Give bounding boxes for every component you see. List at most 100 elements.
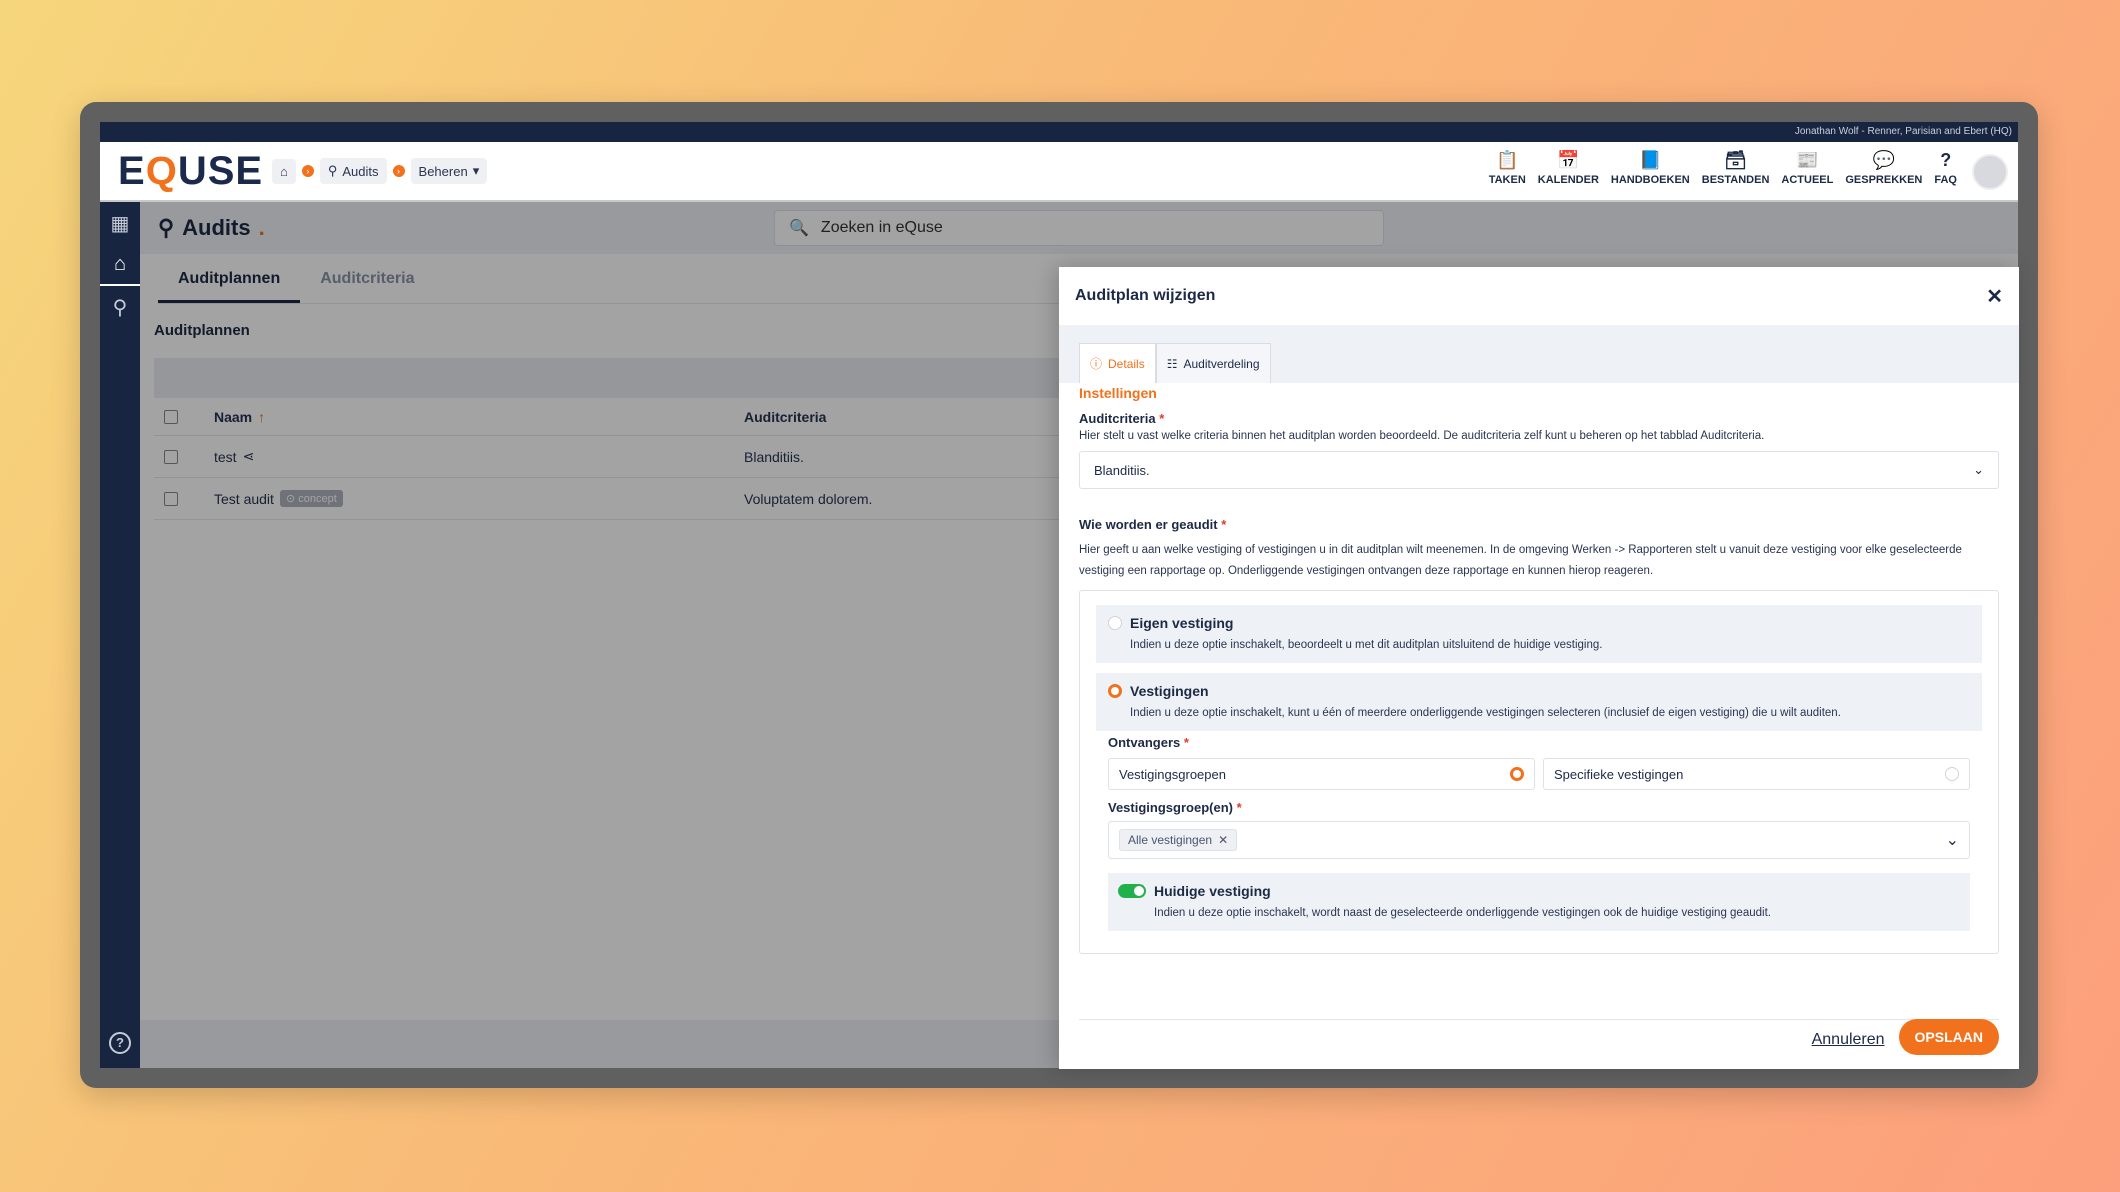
nav-gesprekken[interactable]: 💬 GESPREKKEN bbox=[1839, 149, 1928, 187]
auditcriteria-select[interactable]: Blanditiis. ⌄ bbox=[1079, 451, 1999, 489]
nav-kalender[interactable]: 📅 KALENDER bbox=[1532, 149, 1605, 187]
chevron-right-icon: › bbox=[301, 165, 314, 177]
logo-q: Q bbox=[145, 148, 178, 193]
nav-label: FAQ bbox=[1934, 174, 1957, 186]
ontvangers-choice: Vestigingsgroepen Specifieke vestigingen bbox=[1108, 758, 1970, 790]
wie-label: Wie worden er geaudit * bbox=[1079, 517, 1999, 532]
chevron-down-icon: ⌄ bbox=[1973, 462, 1984, 477]
auditcriteria-label: Auditcriteria * bbox=[1079, 411, 1999, 426]
nav-label: ACTUEEL bbox=[1781, 174, 1834, 186]
groepen-label: Vestigingsgroep(en) * bbox=[1108, 800, 1970, 815]
modal-footer: Annuleren OPSLAAN bbox=[1079, 1019, 1999, 1055]
breadcrumb-audits-label: Audits bbox=[342, 163, 379, 179]
top-bar: EQUSE ⌂ › ⚲ Audits › Beheren ▾ 📋 TAKEN 📅 KAL… bbox=[100, 142, 2018, 202]
ontvangers-vestigingsgroepen[interactable]: Vestigingsgroepen bbox=[1108, 758, 1535, 790]
stamp-icon[interactable]: ⚲ bbox=[100, 286, 140, 328]
user-bar: Jonathan Wolf - Renner, Parisian and Ebe… bbox=[100, 122, 2018, 142]
cancel-button[interactable]: Annuleren bbox=[1812, 1031, 1885, 1049]
breadcrumb-home[interactable]: ⌂ bbox=[272, 158, 296, 184]
eigen-vestiging-radio[interactable] bbox=[1108, 616, 1122, 630]
chevron-down-icon: ▾ bbox=[472, 163, 480, 178]
specifieke-radio[interactable] bbox=[1945, 767, 1959, 781]
nav-bestanden[interactable]: 🗃 BESTANDEN bbox=[1696, 149, 1776, 187]
required-mark: * bbox=[1236, 800, 1242, 815]
wie-label-text: Wie worden er geaudit bbox=[1079, 517, 1218, 532]
edit-auditplan-modal: Auditplan wijzigen ✕ ⓘ Details ☷ Auditverd… bbox=[1059, 267, 2019, 1069]
logo-part: E bbox=[118, 148, 146, 193]
option-title: Eigen vestiging bbox=[1130, 615, 1234, 631]
info-icon: ⓘ bbox=[1090, 357, 1103, 371]
help-icon[interactable]: ? bbox=[109, 1032, 131, 1054]
option-vestigingen[interactable]: Vestigingen Indien u deze optie inschake… bbox=[1096, 673, 1982, 731]
save-button[interactable]: OPSLAAN bbox=[1898, 1019, 1999, 1055]
tab-auditverdeling-label: Auditverdeling bbox=[1183, 356, 1260, 371]
ontvangers-label-text: Ontvangers bbox=[1108, 735, 1181, 750]
auditcriteria-value: Blanditiis. bbox=[1094, 462, 1150, 478]
auditcriteria-label-text: Auditcriteria bbox=[1079, 411, 1156, 426]
selected-chip: Alle vestigingen ✕ bbox=[1119, 829, 1238, 851]
required-mark: * bbox=[1221, 517, 1227, 532]
nav-label: GESPREKKEN bbox=[1845, 174, 1923, 186]
top-nav: 📋 TAKEN 📅 KALENDER 📘 HANDBOEKEN 🗃 BESTANDEN … bbox=[1483, 149, 1963, 187]
modal-tabs: ⓘ Details ☷ Auditverdeling bbox=[1059, 325, 2019, 383]
clipboard-icon: 📋 bbox=[1496, 149, 1519, 170]
question-icon: ? bbox=[1940, 149, 1952, 170]
groepen-label-text: Vestigingsgroep(en) bbox=[1108, 800, 1233, 815]
option-desc: Indien u deze optie inschakelt, beoordee… bbox=[1130, 639, 1603, 651]
breadcrumb-beheren[interactable]: Beheren ▾ bbox=[410, 158, 488, 184]
section-instellingen: Instellingen bbox=[1079, 385, 1157, 401]
logo-part: USE bbox=[177, 148, 264, 193]
tab-auditverdeling[interactable]: ☷ Auditverdeling bbox=[1155, 343, 1271, 383]
option-desc: Indien u deze optie inschakelt, kunt u é… bbox=[1130, 707, 1841, 719]
chip-label: Alle vestigingen bbox=[1128, 833, 1213, 847]
nav-label: KALENDER bbox=[1537, 174, 1599, 186]
ontvangers-label: Ontvangers * bbox=[1108, 735, 1970, 750]
home-icon[interactable]: ⌂ bbox=[100, 244, 140, 286]
apps-grid-icon[interactable]: ▦ bbox=[100, 202, 140, 244]
breadcrumb: ⌂ › ⚲ Audits › Beheren ▾ bbox=[272, 158, 488, 184]
nav-handboeken[interactable]: 📘 HANDBOEKEN bbox=[1605, 149, 1696, 187]
book-icon: 📘 bbox=[1639, 149, 1662, 170]
nav-label: HANDBOEKEN bbox=[1610, 174, 1690, 186]
option-eigen-vestiging[interactable]: Eigen vestiging Indien u deze optie insc… bbox=[1096, 605, 1982, 663]
chat-icon: 💬 bbox=[1872, 149, 1896, 170]
nav-faq[interactable]: ? FAQ bbox=[1928, 149, 1963, 187]
huidige-vestiging-toggle[interactable] bbox=[1118, 884, 1146, 898]
vestigingsgroepen-select[interactable]: Alle vestigingen ✕ ⌄ bbox=[1108, 821, 1970, 859]
archive-icon: 🗃 bbox=[1724, 149, 1747, 170]
sidebar: ▦ ⌂ ⚲ ? bbox=[100, 202, 140, 1068]
nav-actueel[interactable]: 📰 ACTUEEL bbox=[1775, 149, 1839, 187]
huidige-title: Huidige vestiging bbox=[1154, 883, 1271, 899]
vestigingsgroepen-radio[interactable] bbox=[1510, 767, 1524, 781]
ontvangers-specifieke[interactable]: Specifieke vestigingen bbox=[1543, 758, 1970, 790]
breadcrumb-beheren-label: Beheren bbox=[418, 163, 468, 179]
nav-taken[interactable]: 📋 TAKEN bbox=[1483, 149, 1532, 187]
remove-icon[interactable]: ✕ bbox=[1218, 833, 1228, 847]
wie-options-box: Eigen vestiging Indien u deze optie insc… bbox=[1079, 590, 1999, 954]
vestigingen-settings: Ontvangers * Vestigingsgroepen Specifiek… bbox=[1096, 735, 1982, 931]
breadcrumb-audits[interactable]: ⚲ Audits bbox=[319, 158, 387, 184]
huidige-vestiging-option: Huidige vestiging Indien u deze optie in… bbox=[1108, 873, 1970, 931]
calendar-icon: 📅 bbox=[1557, 149, 1580, 170]
home-icon: ⌂ bbox=[280, 163, 288, 179]
auditcriteria-desc: Hier stelt u vast welke criteria binnen … bbox=[1079, 430, 1765, 442]
wie-desc: Hier geeft u aan welke vestiging of vest… bbox=[1079, 544, 1962, 577]
required-mark: * bbox=[1159, 411, 1165, 426]
option-title: Vestigingen bbox=[1130, 683, 1209, 699]
modal-header: Auditplan wijzigen ✕ bbox=[1059, 267, 2019, 325]
modal-title: Auditplan wijzigen bbox=[1075, 287, 1216, 304]
logo[interactable]: EQUSE bbox=[118, 148, 262, 194]
ontvangers-opt-label: Vestigingsgroepen bbox=[1119, 766, 1226, 782]
avatar[interactable] bbox=[1972, 154, 2008, 190]
vestigingen-radio[interactable] bbox=[1108, 684, 1122, 698]
ontvangers-opt-label: Specifieke vestigingen bbox=[1554, 766, 1684, 782]
news-icon: 📰 bbox=[1796, 149, 1819, 170]
modal-body: Instellingen Auditcriteria * Hier stelt … bbox=[1059, 385, 2019, 954]
chevron-right-icon: › bbox=[392, 165, 405, 177]
required-mark: * bbox=[1183, 735, 1189, 750]
close-icon[interactable]: ✕ bbox=[1986, 284, 2003, 309]
tab-details[interactable]: ⓘ Details bbox=[1079, 343, 1156, 383]
huidige-desc: Indien u deze optie inschakelt, wordt na… bbox=[1154, 907, 1771, 919]
stamp-icon: ⚲ bbox=[327, 163, 338, 178]
list-icon: ☷ bbox=[1166, 356, 1178, 371]
